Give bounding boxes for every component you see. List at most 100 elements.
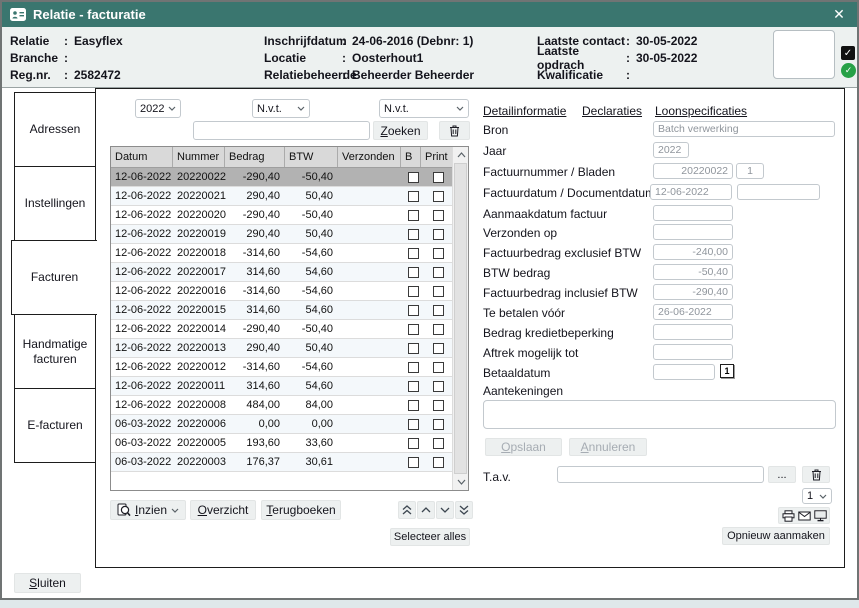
print-checkbox[interactable] [433, 457, 444, 468]
documentdatum-field[interactable] [737, 184, 820, 200]
opslaan-button[interactable]: Opslaan [485, 438, 562, 456]
side-tab[interactable]: E-facturen [14, 388, 96, 463]
scroll-down-icon[interactable] [453, 474, 469, 490]
b-checkbox[interactable] [408, 400, 419, 411]
move-last-button[interactable] [455, 501, 473, 519]
tab-declaraties[interactable]: Declaraties [582, 104, 642, 118]
opnieuw-aanmaken-button[interactable]: Opnieuw aanmaken [722, 527, 830, 545]
invoice-row[interactable]: 12-06-2022 20220019 290,40 50,40 [111, 225, 452, 244]
verzonden-select[interactable]: N.v.t. [379, 99, 469, 118]
table-scrollbar[interactable] [452, 147, 468, 490]
invoice-row[interactable]: 12-06-2022 20220020 -290,40 -50,40 [111, 206, 452, 225]
betaald-select[interactable]: N.v.t. [252, 99, 310, 118]
print-checkbox[interactable] [433, 172, 444, 183]
tab-loonspecificaties[interactable]: Loonspecificaties [655, 104, 747, 118]
print-checkbox[interactable] [433, 248, 444, 259]
invoice-row[interactable]: 12-06-2022 20220017 314,60 54,60 [111, 263, 452, 282]
b-checkbox[interactable] [408, 191, 419, 202]
jaar-select[interactable]: 2022 [135, 99, 181, 118]
relation-photo-placeholder [773, 30, 835, 79]
side-tab[interactable]: Facturen [11, 240, 97, 315]
print-checkbox[interactable] [433, 400, 444, 411]
factuurnummer-input[interactable] [193, 121, 370, 140]
print-checkbox[interactable] [433, 191, 444, 202]
print-checkbox[interactable] [433, 324, 444, 335]
b-checkbox[interactable] [408, 267, 419, 278]
invoice-row[interactable]: 12-06-2022 20220016 -314,60 -54,60 [111, 282, 452, 301]
tab-detailinformatie[interactable]: Detailinformatie [483, 104, 566, 118]
invoice-row[interactable]: 12-06-2022 20220008 484,00 84,00 [111, 396, 452, 415]
invoice-row[interactable]: 12-06-2022 20220022 -290,40 -50,40 [111, 168, 452, 187]
invoice-row[interactable]: 06-03-2022 20220005 193,60 33,60 [111, 434, 452, 453]
tav-input[interactable] [557, 466, 764, 483]
tav-browse-button[interactable]: ... [768, 466, 796, 483]
b-checkbox[interactable] [408, 457, 419, 468]
b-checkbox[interactable] [408, 210, 419, 221]
move-first-button[interactable] [398, 501, 416, 519]
column-header-nummer[interactable]: Nummer [173, 147, 225, 167]
invoice-row[interactable]: 12-06-2022 20220011 314,60 54,60 [111, 377, 452, 396]
column-header-bedrag[interactable]: Bedrag [225, 147, 285, 167]
invoice-row[interactable]: 12-06-2022 20220014 -290,40 -50,40 [111, 320, 452, 339]
close-icon[interactable]: ✕ [830, 5, 848, 23]
clear-search-button[interactable] [439, 121, 470, 140]
sluiten-button[interactable]: Sluiten [14, 573, 81, 593]
invoice-row[interactable]: 12-06-2022 20220021 290,40 50,40 [111, 187, 452, 206]
column-header-print[interactable]: Print [421, 147, 452, 167]
calendar-icon[interactable]: 1 [720, 364, 734, 378]
side-tab[interactable]: Handmatige facturen [14, 314, 96, 389]
b-checkbox[interactable] [408, 419, 419, 430]
invoice-row[interactable]: 12-06-2022 20220018 -314,60 -54,60 [111, 244, 452, 263]
betaaldatum-field[interactable] [653, 364, 715, 380]
print-checkbox[interactable] [433, 343, 444, 354]
b-checkbox[interactable] [408, 248, 419, 259]
column-header-datum[interactable]: Datum [111, 147, 173, 167]
invoice-row[interactable]: 12-06-2022 20220012 -314,60 -54,60 [111, 358, 452, 377]
overzicht-button[interactable]: Overzicht [190, 500, 256, 520]
b-checkbox[interactable] [408, 343, 419, 354]
scrollbar-thumb[interactable] [454, 163, 467, 474]
print-checkbox[interactable] [433, 419, 444, 430]
invoice-row[interactable]: 12-06-2022 20220013 290,40 50,40 [111, 339, 452, 358]
b-checkbox[interactable] [408, 362, 419, 373]
zoeken-button[interactable]: Zoeken [373, 121, 428, 140]
invoice-row[interactable]: 06-03-2022 20220006 0,00 0,00 [111, 415, 452, 434]
move-down-button[interactable] [436, 501, 454, 519]
side-tab[interactable]: Instellingen [14, 166, 96, 241]
print-checkbox[interactable] [433, 210, 444, 221]
annuleren-button[interactable]: Annuleren [569, 438, 647, 456]
print-checkbox[interactable] [433, 286, 444, 297]
aantal-afdrukken-select[interactable]: 1 [802, 488, 832, 504]
output-options-button[interactable] [778, 507, 830, 524]
krediet-field[interactable] [653, 324, 733, 340]
column-header-verzonden[interactable]: Verzonden [338, 147, 401, 167]
tav-clear-button[interactable] [802, 466, 830, 483]
selecteer-alles-button[interactable]: Selecteer alles [390, 528, 470, 546]
scroll-up-icon[interactable] [453, 147, 469, 163]
b-checkbox[interactable] [408, 381, 419, 392]
active-checkbox-icon[interactable]: ✓ [841, 46, 855, 60]
print-checkbox[interactable] [433, 267, 444, 278]
terugboeken-button[interactable]: Terugboeken [261, 500, 341, 520]
print-checkbox[interactable] [433, 305, 444, 316]
b-checkbox[interactable] [408, 305, 419, 316]
aftrek-field[interactable] [653, 344, 733, 360]
invoice-row[interactable]: 06-03-2022 20220003 176,37 30,61 [111, 453, 452, 472]
aantekeningen-textarea[interactable] [483, 400, 836, 429]
b-checkbox[interactable] [408, 438, 419, 449]
print-checkbox[interactable] [433, 229, 444, 240]
side-tab[interactable]: Adressen [14, 92, 96, 167]
b-checkbox[interactable] [408, 172, 419, 183]
invoice-date: 12-06-2022 [111, 323, 173, 335]
column-header-btw[interactable]: BTW [285, 147, 338, 167]
move-up-button[interactable] [417, 501, 435, 519]
print-checkbox[interactable] [433, 438, 444, 449]
print-checkbox[interactable] [433, 362, 444, 373]
b-checkbox[interactable] [408, 324, 419, 335]
b-checkbox[interactable] [408, 286, 419, 297]
b-checkbox[interactable] [408, 229, 419, 240]
invoice-row[interactable]: 12-06-2022 20220015 314,60 54,60 [111, 301, 452, 320]
column-header-b[interactable]: B [401, 147, 421, 167]
inzien-button[interactable]: Inzien [110, 500, 186, 520]
print-checkbox[interactable] [433, 381, 444, 392]
